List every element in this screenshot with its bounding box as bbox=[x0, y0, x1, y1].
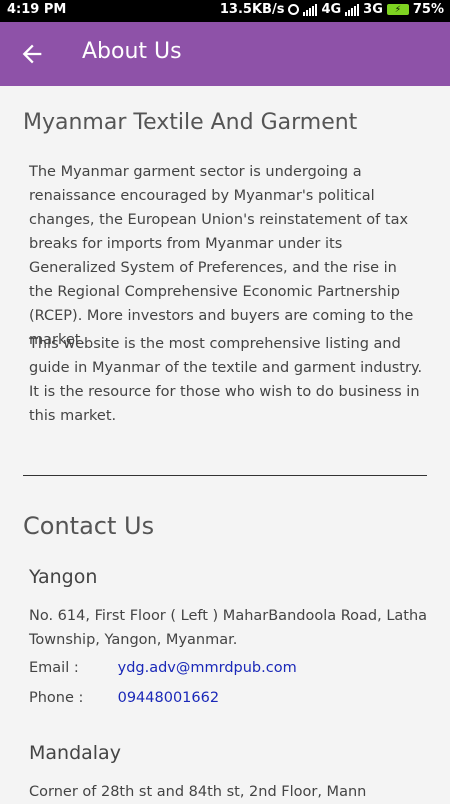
phone-link[interactable]: 09448001662 bbox=[118, 690, 219, 706]
office-address-mandalay: Corner of 28th st and 84th st, 2nd Floor… bbox=[29, 784, 367, 800]
email-label: Email : bbox=[29, 660, 79, 676]
battery-icon: ⚡ bbox=[386, 4, 409, 15]
network-speed: 13.5KB/s bbox=[219, 2, 285, 17]
office-city-yangon: Yangon bbox=[29, 566, 98, 588]
about-paragraph-1: The Myanmar garment sector is undergoing… bbox=[29, 164, 414, 348]
about-paragraph-2: This website is the most comprehensive l… bbox=[29, 336, 423, 424]
phone-row: Phone : 09448001662 bbox=[29, 690, 219, 706]
page-title: About Us bbox=[82, 39, 182, 64]
network-type-3g: 3G bbox=[363, 2, 383, 17]
office-address-yangon: No. 614, First Floor ( Left ) MaharBando… bbox=[29, 608, 428, 648]
divider bbox=[23, 475, 427, 476]
status-time: 4:19 PM bbox=[7, 2, 67, 17]
signal-icon bbox=[345, 3, 360, 16]
email-row: Email : ydg.adv@mmrdpub.com bbox=[29, 660, 297, 676]
email-link[interactable]: ydg.adv@mmrdpub.com bbox=[118, 660, 297, 676]
signal-icon bbox=[303, 3, 318, 16]
contact-heading: Contact Us bbox=[23, 512, 155, 540]
app-bar: About Us bbox=[0, 22, 450, 86]
about-heading: Myanmar Textile And Garment bbox=[23, 110, 358, 135]
network-type-4g: 4G bbox=[321, 2, 342, 17]
about-content: Myanmar Textile And Garment The Myanmar … bbox=[0, 86, 450, 800]
phone-label: Phone : bbox=[29, 690, 84, 706]
office-city-mandalay: Mandalay bbox=[29, 742, 121, 764]
alarm-icon bbox=[288, 4, 300, 15]
status-bar: 4:19 PM 13.5KB/s 4G 3G ⚡ 75% bbox=[0, 0, 450, 22]
status-indicators: 13.5KB/s 4G 3G ⚡ 75% bbox=[220, 2, 444, 17]
arrow-left-icon[interactable] bbox=[18, 40, 46, 68]
battery-percent: 75% bbox=[412, 2, 444, 17]
